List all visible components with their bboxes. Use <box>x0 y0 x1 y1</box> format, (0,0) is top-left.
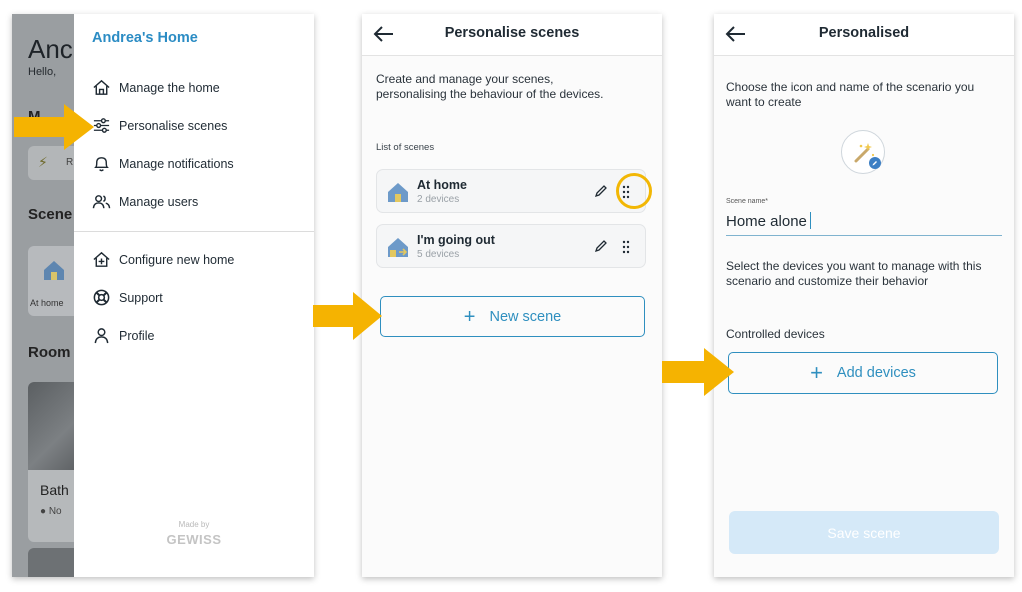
add-devices-label: Add devices <box>836 365 916 381</box>
home-plus-icon <box>93 251 110 267</box>
home-name: Andrea's Home <box>92 30 198 46</box>
menu-divider <box>74 231 314 232</box>
made-by-label: Made by <box>178 520 210 529</box>
controlled-devices-label: Controlled devices <box>726 327 825 341</box>
menu-item-label: Profile <box>119 328 155 343</box>
scene-caption: At home <box>30 298 64 308</box>
home-title: Anc <box>28 34 73 64</box>
lifebuoy-icon <box>93 289 110 306</box>
header: Personalise scenes <box>362 14 662 56</box>
pointer-arrow-icon <box>313 292 382 340</box>
brand-logo: GEWISS <box>166 532 222 547</box>
scene-icon-picker[interactable] <box>841 130 885 174</box>
side-drawer: Andrea's Home Manage the home Personalis… <box>74 14 314 577</box>
house-icon <box>44 261 64 280</box>
add-devices-button[interactable]: + Add devices <box>728 352 998 394</box>
scenes-heading: Scene <box>28 206 73 223</box>
drag-handle-icon[interactable] <box>617 238 635 256</box>
menu-item-label: Manage the home <box>119 80 220 95</box>
plus-icon: + <box>810 360 823 385</box>
scene-name-value: Home alone <box>726 213 807 230</box>
scene-name: I'm going out <box>417 233 495 247</box>
screen-menu: Anc Hello, M ⚡ R Scene At home Room Bath… <box>12 14 314 577</box>
intro-text: Create and manage your scenes, personali… <box>376 72 604 101</box>
home-icon <box>93 79 110 95</box>
new-scene-label: New scene <box>489 308 562 325</box>
menu-item-label: Configure new home <box>119 252 235 267</box>
menu-item-label: Manage users <box>119 194 199 209</box>
menu-item-manage-users[interactable]: Manage users <box>92 192 198 211</box>
header: Personalised <box>714 14 1014 56</box>
menu-item-profile[interactable]: Profile <box>92 326 154 345</box>
bolt-icon: ⚡ <box>38 154 48 170</box>
menu-item-support[interactable]: Support <box>92 288 163 307</box>
house-leaving-icon <box>388 238 408 257</box>
magic-wand-icon <box>854 143 881 169</box>
screen-personalise-scenes: Personalise scenes Create and manage you… <box>362 14 662 577</box>
scene-item[interactable]: At home 2 devices <box>376 169 652 213</box>
scene-name-input[interactable]: Home alone <box>726 210 1002 236</box>
pointer-arrow-icon <box>662 348 734 396</box>
pencil-icon[interactable] <box>593 238 609 254</box>
save-scene-button[interactable]: Save scene <box>729 511 999 554</box>
plus-icon: + <box>463 305 476 328</box>
devices-instructions: Select the devices you want to manage wi… <box>726 259 982 288</box>
page-title: Personalised <box>818 25 910 41</box>
menu-item-manage-home[interactable]: Manage the home <box>92 78 220 97</box>
house-icon <box>388 183 408 202</box>
screen-personalised: Personalised Choose the icon and name of… <box>714 14 1014 577</box>
intro-text: Choose the icon and name of the scenario… <box>726 80 975 109</box>
scene-item[interactable]: I'm going out 5 devices <box>376 224 646 268</box>
person-icon <box>94 328 109 344</box>
new-scene-button[interactable]: + New scene <box>380 296 645 337</box>
menu-item-manage-notifications[interactable]: Manage notifications <box>92 154 234 173</box>
bell-icon <box>94 157 109 172</box>
rooms-heading: Room <box>28 344 71 361</box>
room-name: Bath <box>40 482 69 498</box>
highlight-ring <box>616 173 652 209</box>
room-status: ● No <box>40 506 62 517</box>
menu-item-label: Personalise scenes <box>119 118 228 133</box>
pencil-icon[interactable] <box>593 183 609 199</box>
text-caret <box>809 212 812 229</box>
pointer-arrow-icon <box>14 104 94 150</box>
page-title: Personalise scenes <box>444 25 580 41</box>
scene-devices: 2 devices <box>417 194 460 205</box>
greeting: Hello, <box>28 66 57 78</box>
users-icon <box>92 195 111 209</box>
scene-name-label: Scene name* <box>726 198 769 205</box>
menu-item-configure-new-home[interactable]: Configure new home <box>92 250 234 269</box>
menu-item-label: Manage notifications <box>119 156 234 171</box>
list-label: List of scenes <box>376 142 435 153</box>
chip-text: R <box>66 157 74 168</box>
menu-item-label: Support <box>119 290 163 305</box>
menu-item-personalise-scenes[interactable]: Personalise scenes <box>92 116 227 135</box>
scene-devices: 5 devices <box>417 249 460 260</box>
room-status-text: No <box>48 506 62 517</box>
scene-name: At home <box>417 178 467 192</box>
sliders-icon <box>93 118 110 133</box>
